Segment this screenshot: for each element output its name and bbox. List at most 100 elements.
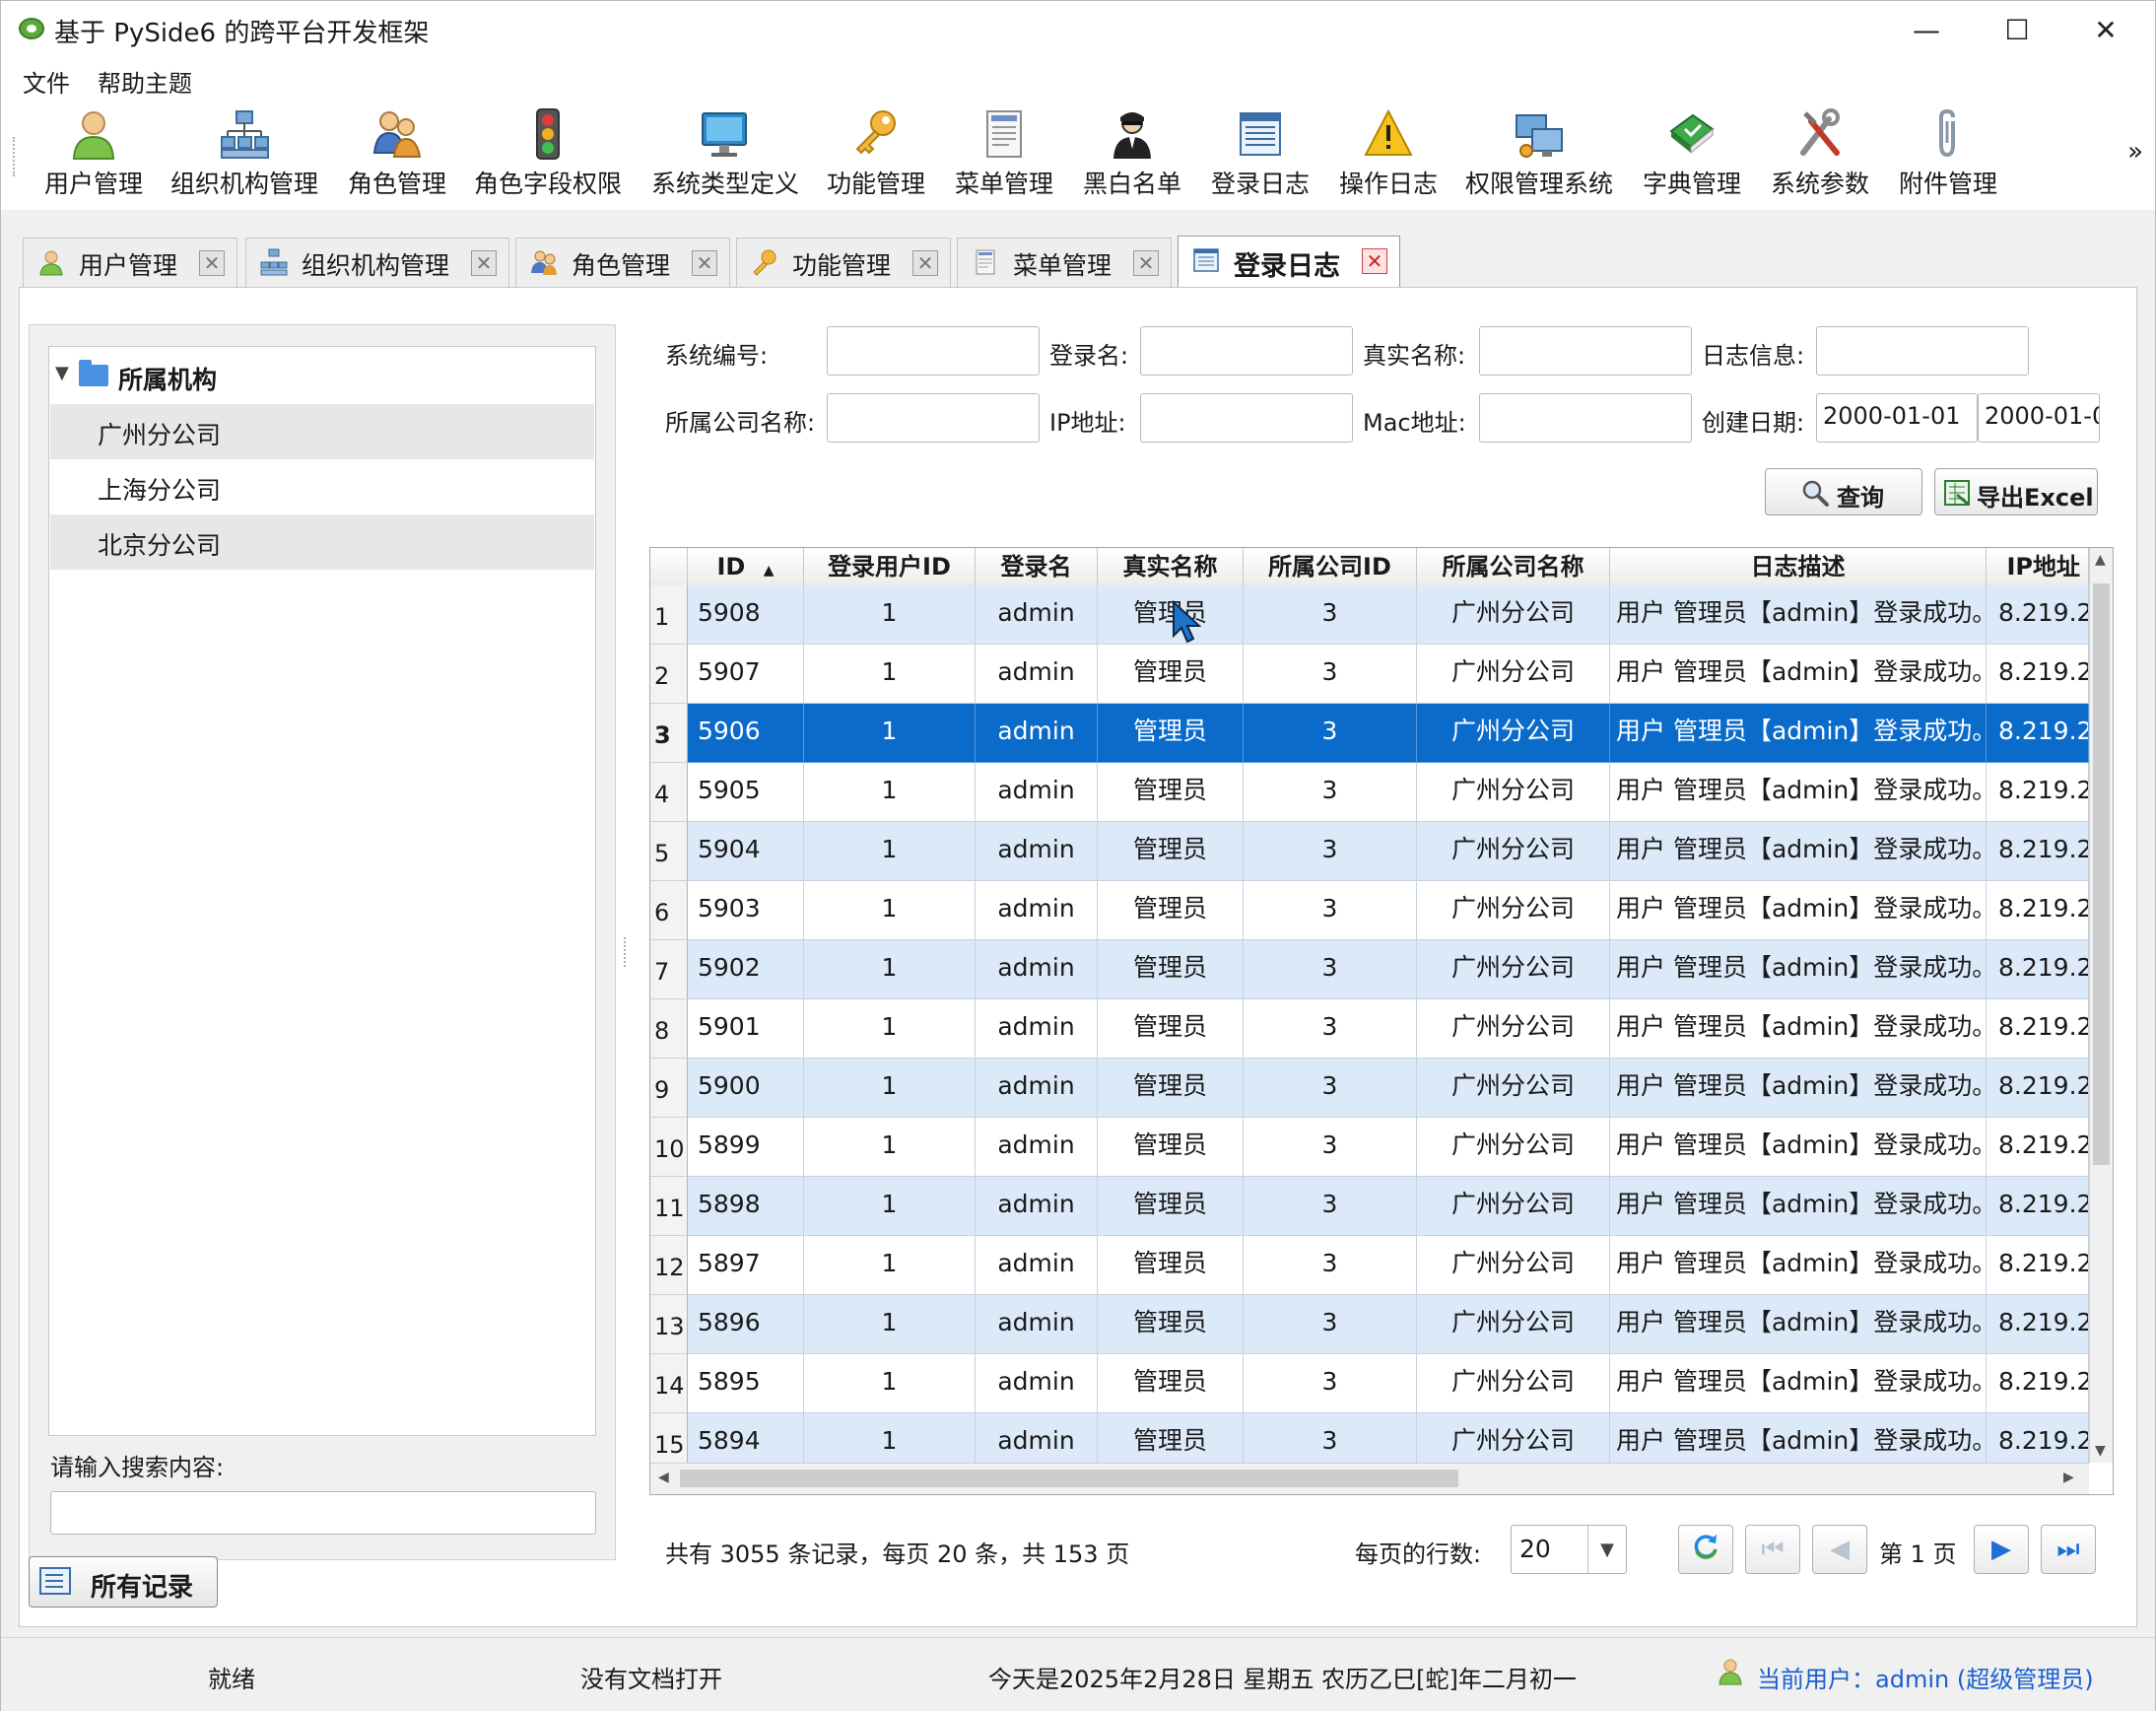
column-header-login-name[interactable]: 登录名: [976, 548, 1098, 585]
column-header-company-id[interactable]: 所属公司ID: [1244, 548, 1417, 585]
user-id-cell[interactable]: 1: [804, 704, 976, 763]
table-row[interactable]: 3 5906 1 admin 管理员 3 广州分公司 用户 管理员【admin】登录成功。 8.…: [650, 704, 2089, 763]
id-cell[interactable]: 5907: [688, 645, 804, 704]
close-tab-icon[interactable]: ✕: [1362, 248, 1387, 274]
description-cell[interactable]: 用户 管理员【admin】登录成功。: [1610, 585, 1987, 645]
column-header-description[interactable]: 日志描述: [1610, 548, 1987, 585]
company-id-cell[interactable]: 3: [1244, 822, 1417, 881]
id-cell[interactable]: 5901: [688, 999, 804, 1059]
ip-cell[interactable]: 8.219.232.2: [1987, 1295, 2089, 1354]
all-records-button[interactable]: 所有记录: [29, 1556, 218, 1608]
vertical-scrollbar[interactable]: ▲ ▼: [2089, 548, 2113, 1463]
id-cell[interactable]: 5902: [688, 940, 804, 999]
table-row[interactable]: 9 5900 1 admin 管理员 3 广州分公司 用户 管理员【admin】登录成功。 8.…: [650, 1059, 2089, 1118]
close-tab-icon[interactable]: ✕: [912, 250, 938, 276]
tab-menu-management[interactable]: 菜单管理 ✕: [957, 238, 1172, 287]
real-name-cell[interactable]: 管理员: [1098, 940, 1244, 999]
close-tab-icon[interactable]: ✕: [1133, 250, 1159, 276]
company-name-cell[interactable]: 广州分公司: [1417, 763, 1610, 822]
vertical-scroll-thumb[interactable]: [2093, 583, 2110, 1165]
date-to-input[interactable]: 2000-01-0: [1978, 393, 2100, 443]
company-name-cell[interactable]: 广州分公司: [1417, 1118, 1610, 1177]
toolbar-org-management[interactable]: 组织机构管理: [170, 107, 318, 202]
scroll-right-icon[interactable]: ▶: [2063, 1470, 2074, 1485]
login-name-cell[interactable]: admin: [976, 1059, 1098, 1118]
toolbar-system-type[interactable]: 系统类型定义: [651, 107, 799, 202]
company-id-cell[interactable]: 3: [1244, 704, 1417, 763]
close-tab-icon[interactable]: ✕: [692, 250, 717, 276]
id-cell[interactable]: 5895: [688, 1354, 804, 1413]
table-row[interactable]: 8 5901 1 admin 管理员 3 广州分公司 用户 管理员【admin】登录成功。 8.…: [650, 999, 2089, 1059]
login-name-cell[interactable]: admin: [976, 763, 1098, 822]
user-id-cell[interactable]: 1: [804, 1236, 976, 1295]
id-cell[interactable]: 5905: [688, 763, 804, 822]
real-name-cell[interactable]: 管理员: [1098, 1177, 1244, 1236]
scroll-up-icon[interactable]: ▲: [2095, 552, 2106, 568]
user-id-cell[interactable]: 1: [804, 1059, 976, 1118]
login-name-cell[interactable]: admin: [976, 822, 1098, 881]
row-number-cell[interactable]: 8: [650, 999, 688, 1059]
id-cell[interactable]: 5908: [688, 585, 804, 645]
ip-cell[interactable]: 8.219.232.2: [1987, 1177, 2089, 1236]
company-name-cell[interactable]: 广州分公司: [1417, 822, 1610, 881]
user-id-cell[interactable]: 1: [804, 1354, 976, 1413]
toolbar-overflow-button[interactable]: »: [2127, 137, 2143, 167]
login-name-cell[interactable]: admin: [976, 585, 1098, 645]
company-name-cell[interactable]: 广州分公司: [1417, 999, 1610, 1059]
company-id-cell[interactable]: 3: [1244, 940, 1417, 999]
company-id-cell[interactable]: 3: [1244, 1354, 1417, 1413]
user-id-cell[interactable]: 1: [804, 1177, 976, 1236]
toolbar-blacklist[interactable]: 黑白名单: [1081, 107, 1183, 202]
row-number-cell[interactable]: 13: [650, 1295, 688, 1354]
user-id-cell[interactable]: 1: [804, 881, 976, 940]
row-number-cell[interactable]: 9: [650, 1059, 688, 1118]
table-row[interactable]: 2 5907 1 admin 管理员 3 广州分公司 用户 管理员【admin】登录成功。 8.…: [650, 645, 2089, 704]
tree-search-input[interactable]: [50, 1491, 596, 1535]
ip-cell[interactable]: 8.219.232.2: [1987, 999, 2089, 1059]
description-cell[interactable]: 用户 管理员【admin】登录成功。: [1610, 1236, 1987, 1295]
real-name-cell[interactable]: 管理员: [1098, 1236, 1244, 1295]
toolbar-menu-management[interactable]: 菜单管理: [953, 107, 1055, 202]
login-name-cell[interactable]: admin: [976, 1177, 1098, 1236]
company-id-cell[interactable]: 3: [1244, 881, 1417, 940]
id-cell[interactable]: 5898: [688, 1177, 804, 1236]
login-name-cell[interactable]: admin: [976, 940, 1098, 999]
close-tab-icon[interactable]: ✕: [199, 250, 225, 276]
ip-cell[interactable]: 8.219.232.2: [1987, 940, 2089, 999]
table-row[interactable]: 12 5897 1 admin 管理员 3 广州分公司 用户 管理员【admin】登录成功。 8…: [650, 1236, 2089, 1295]
row-number-cell[interactable]: 12: [650, 1236, 688, 1295]
row-number-cell[interactable]: 14: [650, 1354, 688, 1413]
ip-cell[interactable]: 8.219.232.2: [1987, 763, 2089, 822]
toolbar-permission-system[interactable]: 权限管理系统: [1465, 107, 1613, 202]
scroll-down-icon[interactable]: ▼: [2095, 1443, 2106, 1459]
last-page-button[interactable]: ⏭: [2041, 1525, 2096, 1574]
ip-cell[interactable]: 8.219.232.2: [1987, 1236, 2089, 1295]
description-cell[interactable]: 用户 管理员【admin】登录成功。: [1610, 1354, 1987, 1413]
table-row[interactable]: 7 5902 1 admin 管理员 3 广州分公司 用户 管理员【admin】登录成功。 8.…: [650, 940, 2089, 999]
table-row[interactable]: 13 5896 1 admin 管理员 3 广州分公司 用户 管理员【admin】登录成功。 8…: [650, 1295, 2089, 1354]
description-cell[interactable]: 用户 管理员【admin】登录成功。: [1610, 704, 1987, 763]
id-cell[interactable]: 5903: [688, 881, 804, 940]
company-name-cell[interactable]: 广州分公司: [1417, 1295, 1610, 1354]
description-cell[interactable]: 用户 管理员【admin】登录成功。: [1610, 940, 1987, 999]
menu-file[interactable]: 文件: [19, 62, 74, 101]
company-id-cell[interactable]: 3: [1244, 585, 1417, 645]
row-number-cell[interactable]: 5: [650, 822, 688, 881]
date-from-input[interactable]: 2000-01-01: [1816, 393, 1978, 443]
company-name-cell[interactable]: 广州分公司: [1417, 645, 1610, 704]
login-name-cell[interactable]: admin: [976, 1118, 1098, 1177]
real-name-input[interactable]: [1479, 326, 1692, 376]
description-cell[interactable]: 用户 管理员【admin】登录成功。: [1610, 1059, 1987, 1118]
row-number-cell[interactable]: 4: [650, 763, 688, 822]
company-name-cell[interactable]: 广州分公司: [1417, 940, 1610, 999]
real-name-cell[interactable]: 管理员: [1098, 763, 1244, 822]
row-number-cell[interactable]: 6: [650, 881, 688, 940]
tab-role-management[interactable]: 角色管理 ✕: [515, 238, 730, 287]
login-name-cell[interactable]: admin: [976, 881, 1098, 940]
toolbar-dictionary[interactable]: 字典管理: [1641, 107, 1743, 202]
id-cell[interactable]: 5904: [688, 822, 804, 881]
company-id-cell[interactable]: 3: [1244, 999, 1417, 1059]
corner-cell[interactable]: [650, 548, 688, 585]
table-row[interactable]: 10 5899 1 admin 管理员 3 广州分公司 用户 管理员【admin】登录成功。 8…: [650, 1118, 2089, 1177]
toolbar-system-parameters[interactable]: 系统参数: [1769, 107, 1871, 202]
